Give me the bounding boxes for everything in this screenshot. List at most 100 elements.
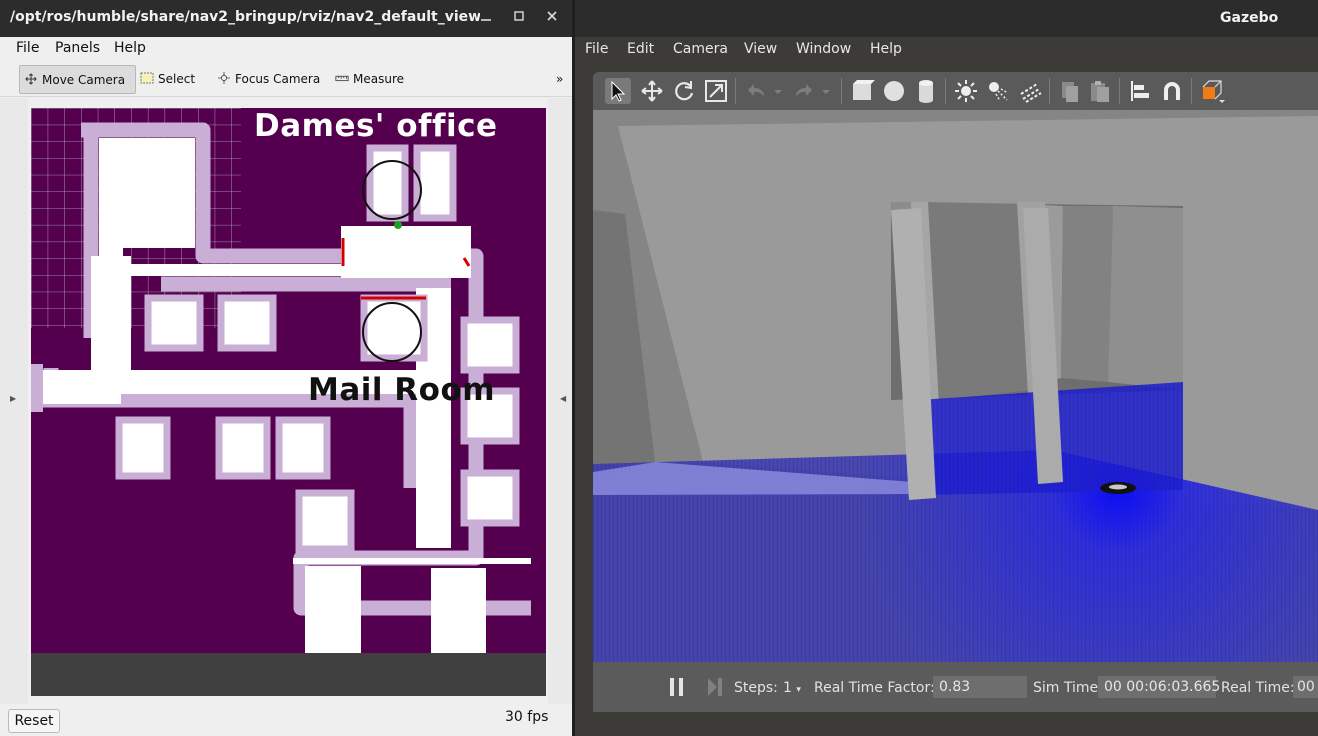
chevron-down-icon [774, 90, 782, 94]
collapse-right-icon: ◀ [560, 394, 567, 403]
select-tool[interactable]: Select [140, 65, 212, 94]
point-light-button[interactable] [953, 78, 979, 104]
gazebo-toolbar [593, 72, 1318, 110]
gz-menu-edit[interactable]: Edit [627, 41, 654, 57]
redo-icon [796, 84, 812, 97]
view-angle-button[interactable] [1199, 78, 1225, 104]
copy-button[interactable] [1057, 78, 1083, 104]
view-angle-cube-icon [1202, 80, 1225, 103]
gazebo-title-bar: Gazebo [575, 0, 1318, 37]
redo-button[interactable] [791, 78, 817, 104]
magnet-icon [1164, 82, 1180, 100]
rviz-window-title: /opt/ros/humble/share/nav2_bringup/rviz/… [10, 9, 480, 25]
steps-value: 1 [783, 680, 792, 696]
undo-history-dropdown[interactable] [771, 78, 785, 104]
copy-icon [1062, 82, 1078, 102]
translate-icon [641, 80, 663, 102]
undo-icon [748, 84, 764, 97]
cylinder-shape-button[interactable] [913, 78, 939, 104]
align-button[interactable] [1127, 78, 1153, 104]
measure-tool[interactable]: Measure [335, 65, 415, 94]
translate-mode-button[interactable] [639, 78, 665, 104]
chevron-down-icon [822, 90, 830, 94]
menu-help[interactable]: Help [114, 40, 146, 56]
maximize-button[interactable] [507, 6, 531, 30]
steps-label: Steps: [734, 680, 778, 696]
select-mode-button[interactable] [605, 78, 631, 104]
focus-camera-icon [218, 72, 230, 84]
reset-button[interactable]: Reset [8, 709, 60, 733]
sphere-icon [884, 81, 904, 101]
dames-office-label: Dames' office [254, 108, 498, 144]
close-button[interactable] [540, 6, 564, 30]
rviz-title-bar: /opt/ros/humble/share/nav2_bringup/rviz/… [0, 0, 572, 37]
sun-icon [955, 80, 977, 102]
directional-light-button[interactable] [1017, 78, 1043, 104]
measure-label: Measure [353, 72, 404, 86]
gazebo-window-title: Gazebo [1220, 10, 1279, 26]
move-camera-label: Move Camera [42, 73, 126, 87]
menu-panels[interactable]: Panels [55, 40, 100, 56]
gz-menu-file[interactable]: File [585, 41, 608, 57]
menu-file[interactable]: File [16, 40, 39, 56]
snap-button[interactable] [1159, 78, 1185, 104]
gazebo-time-panel: Steps: 1 ▾ Real Time Factor: 0.83 Sim Ti… [593, 662, 1318, 712]
pause-button[interactable] [670, 678, 684, 700]
box-icon [853, 80, 875, 100]
align-icon [1131, 81, 1149, 101]
chevron-down-icon: ▾ [796, 685, 801, 695]
redo-history-dropdown[interactable] [819, 78, 833, 104]
fps-readout: 30 fps [505, 709, 549, 725]
gazebo-menu-bar: File Edit Camera View Window Help [575, 37, 1318, 64]
rviz-menu-bar: File Panels Help [0, 37, 572, 61]
real-time-value: 00 [1293, 676, 1318, 698]
rviz-toolbar: Move Camera Select Focus Camera Measure … [0, 61, 572, 97]
sim-time-value: 00 00:06:03.665 [1098, 676, 1220, 698]
gazebo-3d-scene[interactable] [593, 110, 1318, 662]
left-dock-collapse[interactable]: ▶ [0, 98, 28, 704]
gz-menu-window[interactable]: Window [796, 41, 851, 57]
directional-light-icon [1020, 83, 1042, 103]
box-shape-button[interactable] [849, 78, 875, 104]
maximize-icon [514, 11, 524, 21]
right-dock-collapse[interactable]: ◀ [548, 98, 572, 704]
focus-camera-label: Focus Camera [235, 72, 321, 86]
paste-button[interactable] [1087, 78, 1113, 104]
gazebo-window: Gazebo File Edit Camera View Window Help [575, 0, 1318, 736]
pause-icon [670, 678, 683, 696]
scale-mode-button[interactable] [703, 78, 729, 104]
spot-light-button[interactable] [985, 78, 1011, 104]
rviz-status-bar: Reset 30 fps [0, 704, 572, 736]
sphere-shape-button[interactable] [881, 78, 907, 104]
rviz-window: /opt/ros/humble/share/nav2_bringup/rviz/… [0, 0, 572, 736]
ruler-icon [335, 75, 349, 82]
step-forward-icon [708, 678, 722, 696]
paste-icon [1091, 81, 1109, 102]
rtf-value: 0.83 [933, 676, 1027, 698]
move-camera-icon [25, 73, 37, 85]
arrow-pointer-icon [611, 80, 626, 102]
minimize-icon [481, 19, 491, 21]
step-button[interactable] [708, 678, 724, 700]
gz-menu-help[interactable]: Help [870, 41, 902, 57]
gz-menu-camera[interactable]: Camera [673, 41, 728, 57]
rtf-label: Real Time Factor: [814, 680, 935, 696]
undo-button[interactable] [743, 78, 769, 104]
close-icon [547, 11, 557, 21]
minimize-button[interactable] [474, 6, 498, 30]
gz-menu-view[interactable]: View [744, 41, 777, 57]
rviz-3d-view[interactable]: Dames' office Mail Room [31, 108, 546, 696]
gazebo-scene-render[interactable] [593, 110, 1318, 662]
sim-time-label: Sim Time: [1033, 680, 1103, 696]
toolbar-overflow-button[interactable]: » [556, 65, 568, 94]
focus-camera-tool[interactable]: Focus Camera [217, 65, 329, 94]
rotate-mode-button[interactable] [671, 78, 697, 104]
move-camera-tool[interactable]: Move Camera [19, 65, 136, 94]
select-icon [140, 72, 154, 84]
steps-spinner[interactable]: 1 ▾ [783, 680, 801, 696]
scale-icon [705, 80, 727, 102]
collapse-left-icon: ▶ [10, 394, 17, 403]
spotlight-icon [989, 82, 1009, 102]
cylinder-icon [919, 80, 933, 103]
select-label: Select [158, 72, 196, 86]
